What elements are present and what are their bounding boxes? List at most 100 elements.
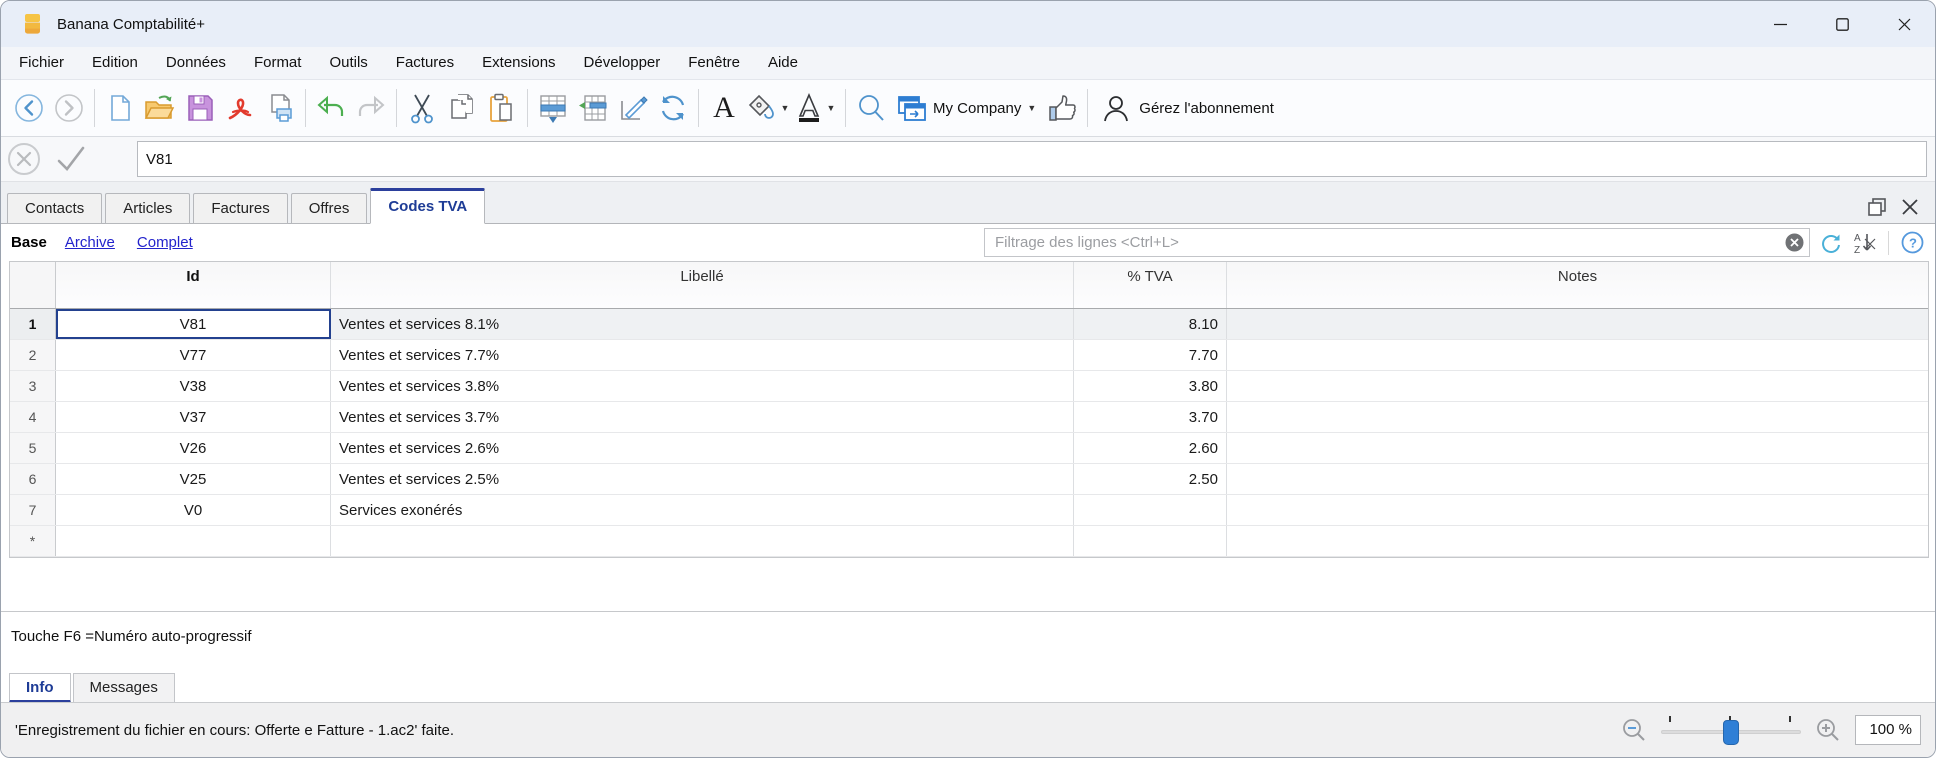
accept-edit-button[interactable]: [47, 139, 93, 179]
cell-notes[interactable]: [1227, 495, 1928, 525]
view-archive[interactable]: Archive: [65, 234, 115, 251]
pdf-export-button[interactable]: [220, 86, 260, 130]
row-number[interactable]: 5: [10, 433, 56, 463]
view-complet[interactable]: Complet: [137, 234, 193, 251]
cell-edit-input[interactable]: [137, 141, 1927, 177]
row-number[interactable]: 6: [10, 464, 56, 494]
sort-rows-button[interactable]: A Z: [1852, 230, 1878, 256]
like-button[interactable]: [1042, 86, 1082, 130]
cut-button[interactable]: [402, 86, 442, 130]
cell-label[interactable]: Services exonérés: [331, 495, 1074, 525]
cancel-edit-button[interactable]: [1, 139, 47, 179]
cell-notes[interactable]: [1227, 402, 1928, 432]
cell-tva[interactable]: 3.80: [1074, 371, 1227, 401]
tab-info[interactable]: Info: [9, 673, 71, 703]
cell-notes[interactable]: [1227, 464, 1928, 494]
cell-notes[interactable]: [1227, 433, 1928, 463]
tab-articles[interactable]: Articles: [105, 193, 191, 224]
cell-notes[interactable]: [1227, 371, 1928, 401]
table-row[interactable]: 5 V26 Ventes et services 2.6% 2.60: [10, 433, 1928, 464]
menu-edition[interactable]: Edition: [78, 47, 152, 79]
table-row[interactable]: 4 V37 Ventes et services 3.7% 3.70: [10, 402, 1928, 433]
menu-extensions[interactable]: Extensions: [468, 47, 569, 79]
row-number[interactable]: 2: [10, 340, 56, 370]
zoom-level[interactable]: 100 %: [1855, 715, 1921, 745]
menu-fichier[interactable]: Fichier: [5, 47, 78, 79]
table-row[interactable]: 6 V25 Ventes et services 2.5% 2.50: [10, 464, 1928, 495]
row-number[interactable]: *: [10, 526, 56, 556]
zoom-slider[interactable]: [1661, 714, 1801, 746]
search-button[interactable]: [851, 86, 891, 130]
cell-id[interactable]: V0: [56, 495, 331, 525]
cell-tva[interactable]: [1074, 495, 1227, 525]
back-button[interactable]: [9, 86, 49, 130]
tab-codes-tva[interactable]: Codes TVA: [370, 188, 486, 224]
cell-tva[interactable]: 7.70: [1074, 340, 1227, 370]
tab-messages[interactable]: Messages: [72, 673, 175, 703]
minimize-button[interactable]: [1749, 1, 1811, 47]
cell-label[interactable]: Ventes et services 7.7%: [331, 340, 1074, 370]
table-row[interactable]: 1 V81 Ventes et services 8.1% 8.10: [10, 309, 1928, 340]
company-selector[interactable]: My Company ▼: [891, 86, 1042, 130]
edit-cell-button[interactable]: [613, 86, 653, 130]
row-number-header[interactable]: [10, 262, 56, 308]
menu-aide[interactable]: Aide: [754, 47, 812, 79]
menu-outils[interactable]: Outils: [315, 47, 381, 79]
view-base[interactable]: Base: [11, 234, 47, 251]
paste-button[interactable]: [482, 86, 522, 130]
cell-id[interactable]: V38: [56, 371, 331, 401]
cell-tva[interactable]: 2.60: [1074, 433, 1227, 463]
maximize-button[interactable]: [1811, 1, 1873, 47]
close-table-icon[interactable]: [1901, 198, 1919, 216]
row-number[interactable]: 1: [10, 309, 56, 339]
cell-notes[interactable]: [1227, 340, 1928, 370]
recalculate-button[interactable]: [653, 86, 693, 130]
help-button[interactable]: ?: [1899, 230, 1925, 256]
clear-filter-icon[interactable]: [1785, 233, 1804, 252]
refresh-filter-button[interactable]: [1818, 230, 1844, 256]
cell-id[interactable]: V26: [56, 433, 331, 463]
table-row[interactable]: 2 V77 Ventes et services 7.7% 7.70: [10, 340, 1928, 371]
cell-tva[interactable]: 8.10: [1074, 309, 1227, 339]
menu-fenetre[interactable]: Fenêtre: [674, 47, 754, 79]
cell-notes[interactable]: [1227, 526, 1928, 556]
menu-developper[interactable]: Développer: [570, 47, 675, 79]
insert-row-button[interactable]: [533, 86, 573, 130]
column-header-libelle[interactable]: Libellé: [331, 262, 1074, 308]
forward-button[interactable]: [49, 86, 89, 130]
cell-id[interactable]: V81: [56, 309, 331, 339]
menu-donnees[interactable]: Données: [152, 47, 240, 79]
cell-id[interactable]: V37: [56, 402, 331, 432]
filter-input[interactable]: [984, 228, 1810, 257]
tab-factures[interactable]: Factures: [193, 193, 288, 224]
cell-id[interactable]: V25: [56, 464, 331, 494]
cell-notes[interactable]: [1227, 309, 1928, 339]
column-header-notes[interactable]: Notes: [1227, 262, 1928, 308]
undo-button[interactable]: [311, 86, 351, 130]
save-button[interactable]: [180, 86, 220, 130]
text-color-button[interactable]: ▼: [792, 86, 840, 130]
bold-button[interactable]: A: [704, 86, 744, 130]
menu-format[interactable]: Format: [240, 47, 316, 79]
manage-subscription-button[interactable]: Gérez l'abonnement: [1093, 92, 1282, 124]
cell-tva[interactable]: [1074, 526, 1227, 556]
float-window-icon[interactable]: [1867, 197, 1887, 217]
cell-tva[interactable]: 3.70: [1074, 402, 1227, 432]
slider-handle[interactable]: [1723, 720, 1739, 745]
cell-label[interactable]: Ventes et services 3.8%: [331, 371, 1074, 401]
cell-tva[interactable]: 2.50: [1074, 464, 1227, 494]
cell-label[interactable]: Ventes et services 8.1%: [331, 309, 1074, 339]
extract-rows-button[interactable]: [573, 86, 613, 130]
open-file-button[interactable]: [140, 86, 180, 130]
new-file-button[interactable]: [100, 86, 140, 130]
table-row[interactable]: 3 V38 Ventes et services 3.8% 3.80: [10, 371, 1928, 402]
row-number[interactable]: 4: [10, 402, 56, 432]
cell-label[interactable]: Ventes et services 2.6%: [331, 433, 1074, 463]
close-button[interactable]: [1873, 1, 1935, 47]
menu-factures[interactable]: Factures: [382, 47, 468, 79]
print-button[interactable]: [260, 86, 300, 130]
column-header-id[interactable]: Id: [56, 262, 331, 308]
row-number[interactable]: 7: [10, 495, 56, 525]
cell-label[interactable]: Ventes et services 2.5%: [331, 464, 1074, 494]
tab-contacts[interactable]: Contacts: [7, 193, 103, 224]
